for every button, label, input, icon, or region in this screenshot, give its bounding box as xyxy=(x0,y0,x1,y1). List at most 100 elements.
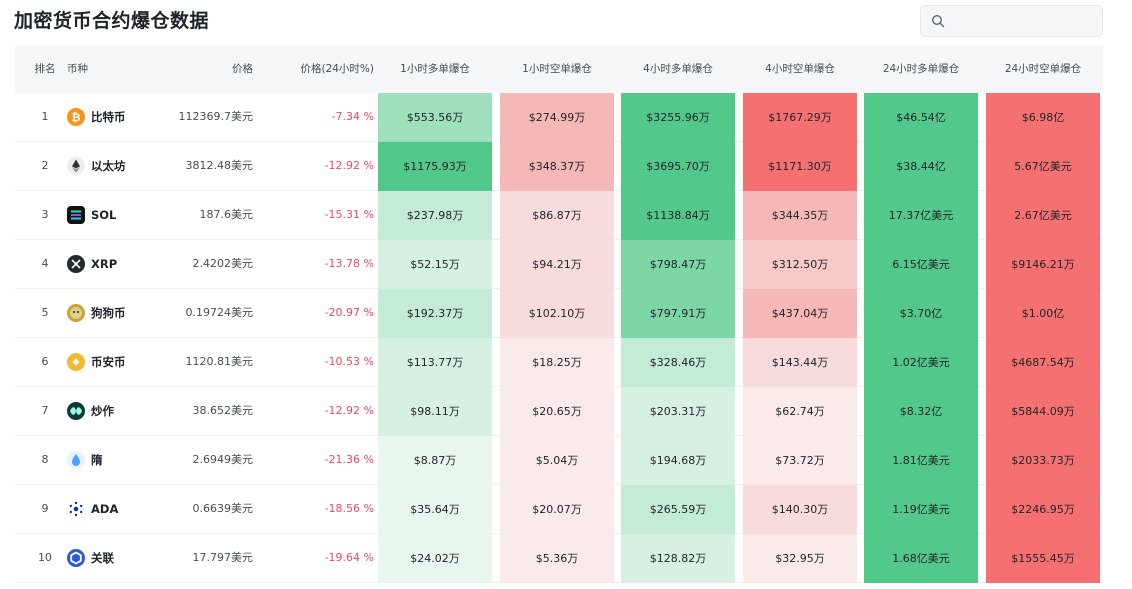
header-long-1h[interactable]: 1小时多单爆仓 xyxy=(378,45,492,93)
rank-cell: 7 xyxy=(41,404,49,417)
liq-24h-long-cell: 17.37亿美元 xyxy=(864,191,978,240)
liq-24h-short-cell: $6.98亿 xyxy=(986,93,1100,142)
liq-1h-long-cell: $24.02万 xyxy=(378,534,492,583)
liq-24h-short-cell: $1555.45万 xyxy=(986,534,1100,583)
page-title: 加密货币合约爆仓数据 xyxy=(14,10,210,32)
coin-name: 比特币 xyxy=(91,110,126,124)
table-row[interactable]: 5 狗狗币 0.19724美元 -20.97 % $192.37万 $102.10万 $… xyxy=(15,289,1103,338)
header-long-4h[interactable]: 4小时多单爆仓 xyxy=(621,45,735,93)
rank-cell: 1 xyxy=(41,110,49,123)
header-rank[interactable]: 排名 xyxy=(29,45,61,93)
header-short-1h[interactable]: 1小时空单爆仓 xyxy=(500,45,614,93)
price-cell: 17.797美元 xyxy=(192,551,254,564)
price-cell: 187.6美元 xyxy=(199,208,254,221)
table-row[interactable]: 10 关联 17.797美元 -19.64 % $24.02万 $5.36万 $128.… xyxy=(15,534,1103,583)
price-cell: 38.652美元 xyxy=(192,404,254,417)
chainlink-icon xyxy=(67,549,85,567)
search-input[interactable] xyxy=(951,10,1096,32)
liq-4h-long-cell: $203.31万 xyxy=(621,387,735,436)
liq-4h-short-cell: $344.35万 xyxy=(743,191,857,240)
coin-name: SOL xyxy=(91,208,117,222)
table-row[interactable]: 1 ₿ 比特币 112369.7美元 -7.34 % $553.56万 $274.99… xyxy=(15,93,1103,142)
price-cell: 2.4202美元 xyxy=(192,257,254,270)
table-row[interactable]: 9 ADA 0.6639美元 -18.56 % $35.64万 $20.07万 $265… xyxy=(15,485,1103,534)
liq-4h-long-cell: $798.47万 xyxy=(621,240,735,289)
liq-1h-short-cell: $20.07万 xyxy=(500,485,614,534)
liq-4h-short-cell: $62.74万 xyxy=(743,387,857,436)
table-row[interactable]: 6 币安币 1120.81美元 -10.53 % $113.77万 $18.25万 $3… xyxy=(15,338,1103,387)
liq-24h-short-cell: $4687.54万 xyxy=(986,338,1100,387)
liq-4h-long-cell: $194.68万 xyxy=(621,436,735,485)
bnb-icon xyxy=(67,353,85,371)
liq-4h-short-cell: $1767.29万 xyxy=(743,93,857,142)
sui-icon xyxy=(67,451,85,469)
liq-24h-long-cell: $38.44亿 xyxy=(864,142,978,191)
change-cell: -18.56 % xyxy=(324,502,374,515)
liq-24h-short-cell: 2.67亿美元 xyxy=(986,191,1100,240)
liq-4h-long-cell: $1138.84万 xyxy=(621,191,735,240)
change-cell: -13.78 % xyxy=(324,257,374,270)
rank-cell: 9 xyxy=(41,502,49,515)
table-header: 排名 币种 价格 价格(24小时%) 1小时多单爆仓 1小时空单爆仓 4小时多单… xyxy=(15,45,1103,93)
coin-name: 关联 xyxy=(91,551,114,565)
xrp-icon xyxy=(67,255,85,273)
liq-1h-long-cell: $8.87万 xyxy=(378,436,492,485)
liq-1h-short-cell: $348.37万 xyxy=(500,142,614,191)
header-long-24h[interactable]: 24小时多单爆仓 xyxy=(864,45,978,93)
liq-1h-long-cell: $553.56万 xyxy=(378,93,492,142)
coin-name: 隋 xyxy=(91,453,103,467)
liq-4h-short-cell: $143.44万 xyxy=(743,338,857,387)
bitcoin-icon: ₿ xyxy=(67,108,85,126)
header-short-4h[interactable]: 4小时空单爆仓 xyxy=(743,45,857,93)
coin-name: 炒作 xyxy=(91,404,114,418)
liq-4h-short-cell: $73.72万 xyxy=(743,436,857,485)
header-short-24h[interactable]: 24小时空单爆仓 xyxy=(986,45,1100,93)
change-cell: -12.92 % xyxy=(324,404,374,417)
liq-24h-long-cell: $46.54亿 xyxy=(864,93,978,142)
header-change[interactable]: 价格(24小时%) xyxy=(275,45,374,93)
header-coin[interactable]: 币种 xyxy=(67,45,107,93)
table-row[interactable]: 8 隋 2.6949美元 -21.36 % $8.87万 $5.04万 $194.68万… xyxy=(15,436,1103,485)
price-cell: 112369.7美元 xyxy=(178,110,254,123)
liq-24h-short-cell: $2246.95万 xyxy=(986,485,1100,534)
liquidation-table: 排名 币种 价格 价格(24小时%) 1小时多单爆仓 1小时空单爆仓 4小时多单… xyxy=(15,45,1103,583)
rank-cell: 10 xyxy=(38,551,52,564)
header-price[interactable]: 价格 xyxy=(175,45,253,93)
liq-24h-long-cell: $8.32亿 xyxy=(864,387,978,436)
liq-1h-long-cell: $113.77万 xyxy=(378,338,492,387)
liq-4h-long-cell: $797.91万 xyxy=(621,289,735,338)
liq-1h-long-cell: $1175.93万 xyxy=(378,142,492,191)
liq-1h-long-cell: $52.15万 xyxy=(378,240,492,289)
change-cell: -7.34 % xyxy=(331,110,374,123)
table-row[interactable]: 2 以太坊 3812.48美元 -12.92 % $1175.93万 $348.37万… xyxy=(15,142,1103,191)
liq-4h-short-cell: $32.95万 xyxy=(743,534,857,583)
change-cell: -15.31 % xyxy=(324,208,374,221)
coin-name: 狗狗币 xyxy=(91,306,126,320)
rank-cell: 4 xyxy=(41,257,49,270)
liq-1h-short-cell: $5.36万 xyxy=(500,534,614,583)
change-cell: -21.36 % xyxy=(324,453,374,466)
table-row[interactable]: 7 炒作 38.652美元 -12.92 % $98.11万 $20.65万 $203.… xyxy=(15,387,1103,436)
price-cell: 3812.48美元 xyxy=(185,159,254,172)
liq-24h-short-cell: $9146.21万 xyxy=(986,240,1100,289)
liq-24h-long-cell: 6.15亿美元 xyxy=(864,240,978,289)
liq-1h-long-cell: $35.64万 xyxy=(378,485,492,534)
coin-name: XRP xyxy=(91,257,118,271)
liq-4h-long-cell: $265.59万 xyxy=(621,485,735,534)
rank-cell: 6 xyxy=(41,355,49,368)
coin-name: 以太坊 xyxy=(91,159,126,173)
liq-4h-short-cell: $140.30万 xyxy=(743,485,857,534)
liq-1h-long-cell: $237.98万 xyxy=(378,191,492,240)
solana-icon xyxy=(67,206,85,224)
liq-1h-long-cell: $192.37万 xyxy=(378,289,492,338)
liq-24h-long-cell: 1.02亿美元 xyxy=(864,338,978,387)
table-row[interactable]: 3 SOL 187.6美元 -15.31 % $237.98万 $86.87万 $113… xyxy=(15,191,1103,240)
liq-1h-long-cell: $98.11万 xyxy=(378,387,492,436)
change-cell: -19.64 % xyxy=(324,551,374,564)
liq-4h-long-cell: $3695.70万 xyxy=(621,142,735,191)
search-box[interactable] xyxy=(920,5,1103,37)
price-cell: 1120.81美元 xyxy=(185,355,254,368)
table-row[interactable]: 4 XRP 2.4202美元 -13.78 % $52.15万 $94.21万 $798… xyxy=(15,240,1103,289)
price-cell: 0.6639美元 xyxy=(192,502,254,515)
liq-24h-long-cell: 1.68亿美元 xyxy=(864,534,978,583)
